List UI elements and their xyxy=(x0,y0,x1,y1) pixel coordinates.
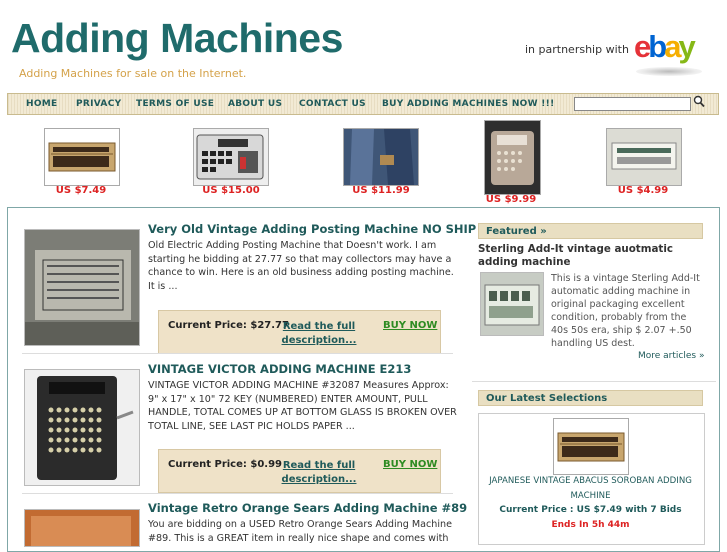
victor-machine-image xyxy=(25,370,139,485)
latest-title[interactable]: JAPANESE VINTAGE ABACUS SOROBAN ADDING M… xyxy=(482,474,699,504)
nav-contact[interactable]: CONTACT US xyxy=(299,99,366,109)
cash-register-image xyxy=(485,121,540,194)
posting-machine-image xyxy=(25,230,139,345)
abacus-image xyxy=(48,142,116,172)
jeans-image xyxy=(344,129,418,185)
sign-image xyxy=(607,129,681,185)
abacus-image xyxy=(557,432,625,462)
carousel-image-1[interactable] xyxy=(44,128,120,186)
carousel-price-1: US $7.49 xyxy=(55,185,107,196)
carousel-price-2: US $15.00 xyxy=(202,185,260,196)
nav-privacy[interactable]: PRIVACY xyxy=(76,99,121,109)
listing-price-box: Current Price: $27.77 Read the full desc… xyxy=(158,310,441,354)
featured-heading: Featured » xyxy=(478,223,703,239)
nav-home[interactable]: HOME xyxy=(26,99,58,109)
latest-price: Current Price : US $7.49 with 7 Bids xyxy=(499,505,682,515)
carousel-image-4[interactable] xyxy=(484,120,541,195)
carousel-price-3: US $11.99 xyxy=(352,185,410,196)
listing-image[interactable] xyxy=(24,229,140,346)
nav-about[interactable]: ABOUT US xyxy=(228,99,282,109)
listing-title[interactable]: VINTAGE VICTOR ADDING MACHINE E213 xyxy=(148,362,411,376)
latest-ends: Ends In 5h 44m xyxy=(551,520,630,530)
latest-heading: Our Latest Selections xyxy=(478,390,703,406)
carousel-image-2[interactable] xyxy=(193,128,269,186)
featured-description: This is a vintage Sterling Add-It automa… xyxy=(551,273,700,349)
listing-divider xyxy=(22,493,453,494)
listing-divider xyxy=(22,353,453,354)
sidebar-divider xyxy=(472,381,716,382)
latest-image[interactable] xyxy=(553,418,629,475)
buy-now-button[interactable]: BUY NOW xyxy=(383,320,437,331)
listing-image[interactable] xyxy=(24,369,140,486)
listing-image[interactable] xyxy=(24,509,140,547)
listing-price-box: Current Price: $0.99 Read the full descr… xyxy=(158,449,441,493)
sterling-machine-image xyxy=(481,273,543,335)
featured-title[interactable]: Sterling Add-It vintage auotmatic adding… xyxy=(478,243,703,269)
featured-image[interactable] xyxy=(480,272,544,336)
ebay-logo[interactable]: ebay xyxy=(634,30,696,64)
carousel-price-5: US $4.99 xyxy=(617,185,669,196)
listing-title[interactable]: Very Old Vintage Adding Posting Machine … xyxy=(148,222,476,236)
site-tagline: Adding Machines for sale on the Internet… xyxy=(19,67,247,80)
search-input[interactable] xyxy=(574,97,691,111)
partnership-text: in partnership with xyxy=(525,43,629,56)
nav-buy-now[interactable]: BUY ADDING MACHINES NOW !!! xyxy=(382,99,555,109)
search-icon[interactable] xyxy=(693,95,705,108)
more-articles-link[interactable]: More articles » xyxy=(638,351,704,361)
ebay-logo-shadow xyxy=(636,67,702,76)
site-title[interactable]: Adding Machines xyxy=(11,14,343,62)
sears-machine-image xyxy=(25,510,139,546)
carousel-image-5[interactable] xyxy=(606,128,682,186)
nav-terms[interactable]: TERMS OF USE xyxy=(136,99,214,109)
listing-title[interactable]: Vintage Retro Orange Sears Adding Machin… xyxy=(148,501,467,515)
read-more-link[interactable]: Read the full description... xyxy=(264,320,374,348)
carousel-image-3[interactable] xyxy=(343,128,419,186)
calculator-image xyxy=(196,134,264,180)
listing-description: Old Electric Adding Posting Machine that… xyxy=(148,240,454,292)
buy-now-button[interactable]: BUY NOW xyxy=(383,459,437,470)
listing-description: VINTAGE VICTOR ADDING MACHINE #32087 Mea… xyxy=(148,380,457,432)
listing-description: You are bidding on a USED Retro Orange S… xyxy=(148,519,453,544)
carousel-price-4: US $9.99 xyxy=(485,194,537,205)
read-more-link[interactable]: Read the full description... xyxy=(264,459,374,487)
